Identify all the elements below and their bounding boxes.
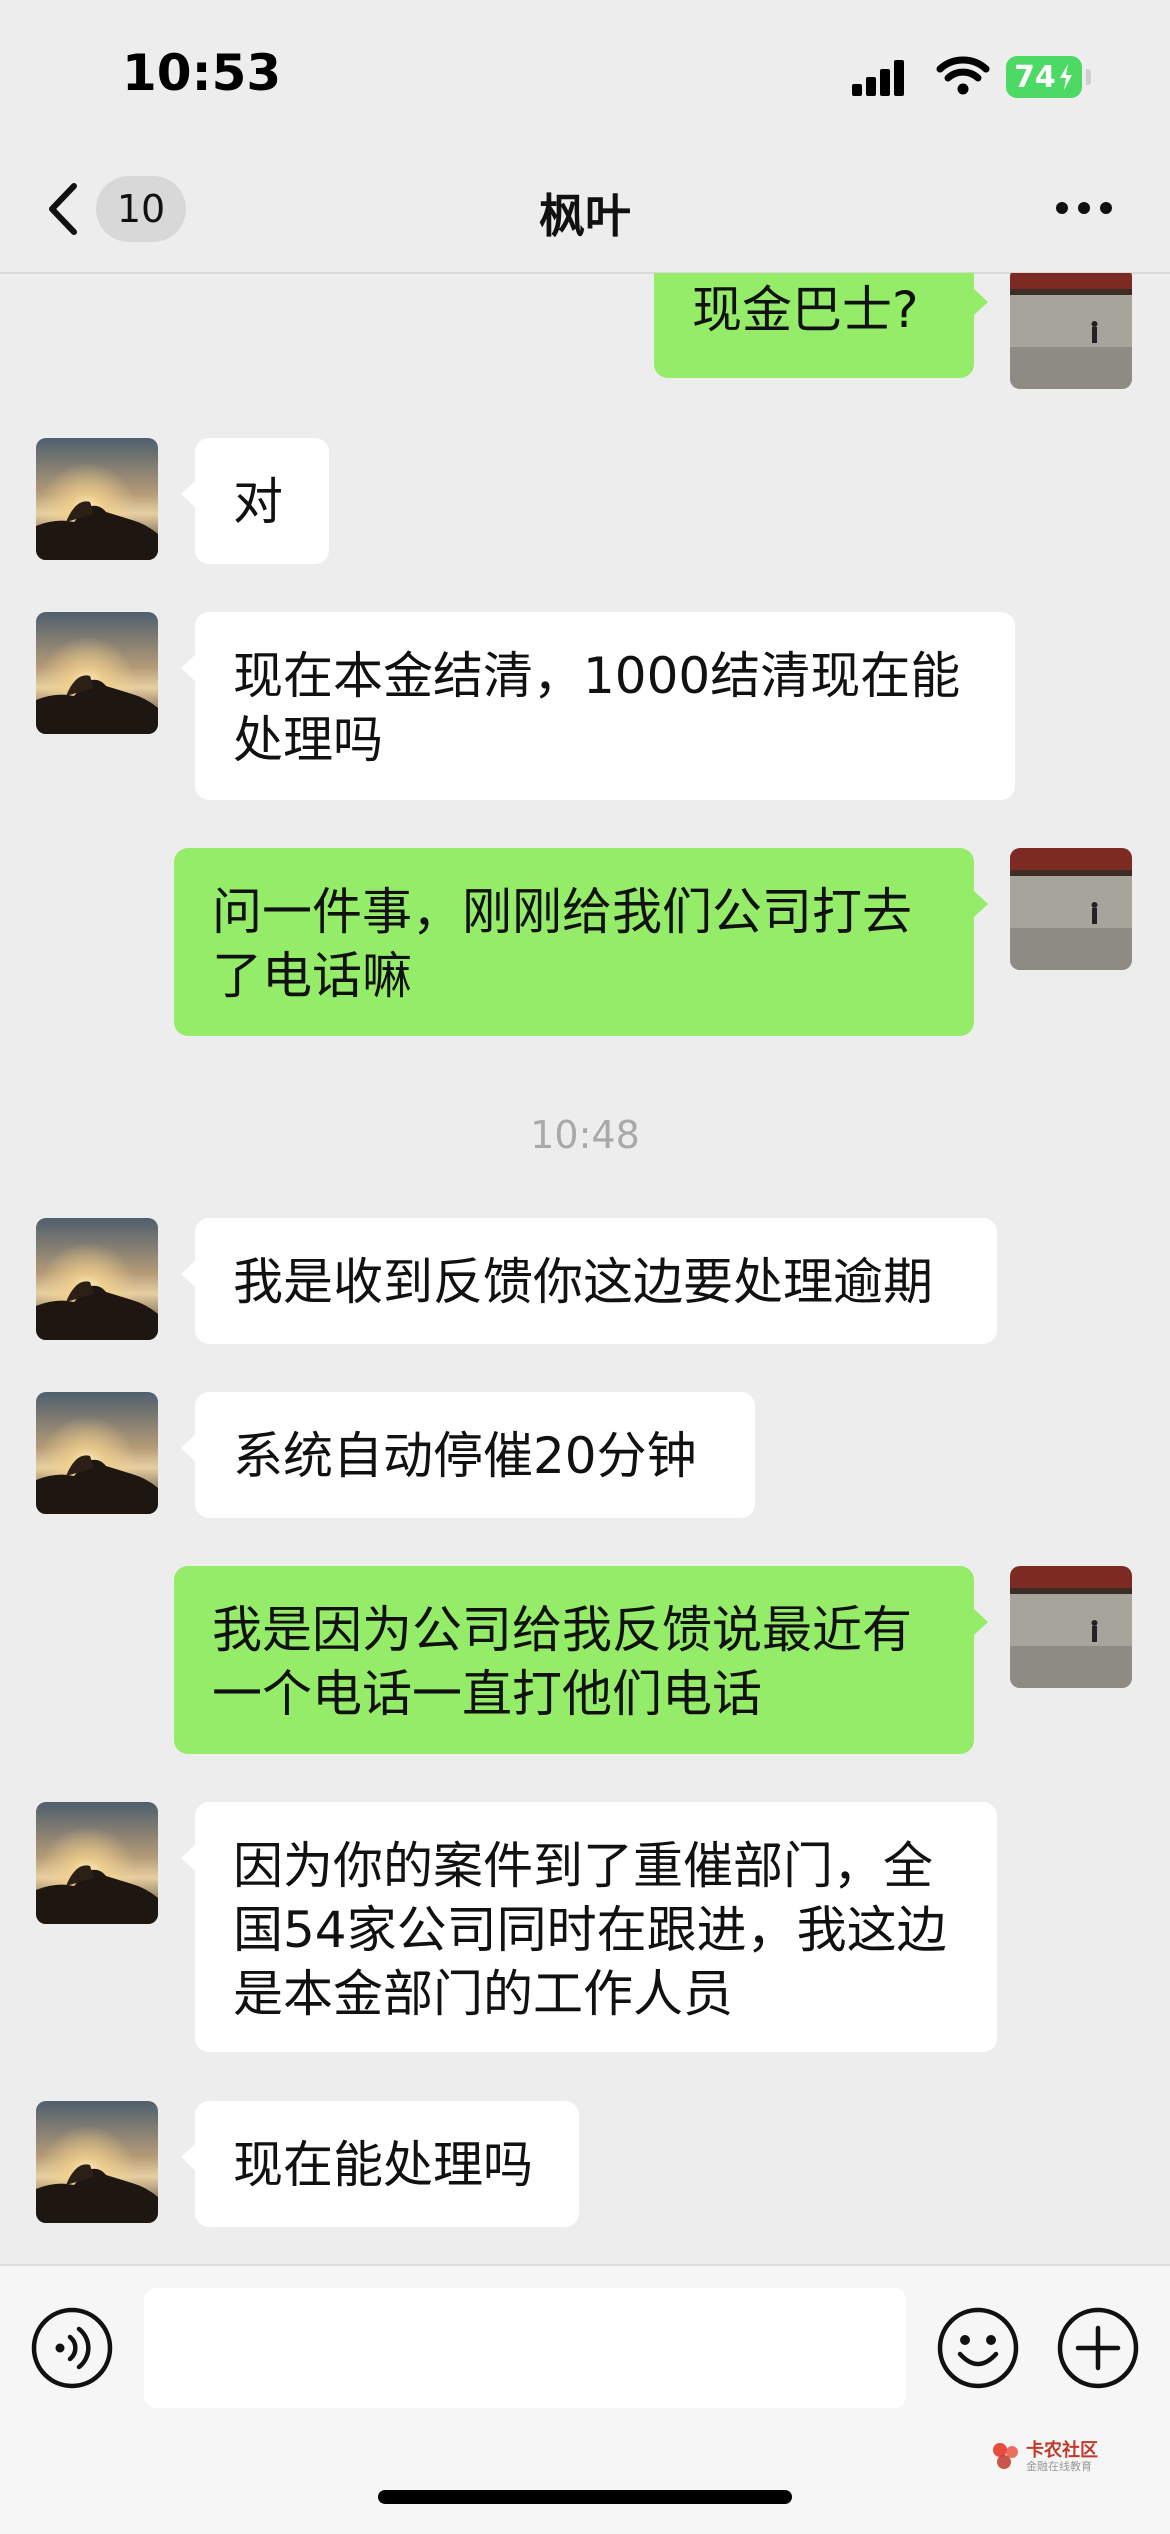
contact-avatar[interactable] <box>36 438 158 560</box>
status-bar: 10:53 74 <box>0 0 1170 150</box>
voice-button[interactable] <box>30 2306 114 2394</box>
message-bubble-incoming[interactable]: 系统自动停催20分钟 <box>181 1392 755 1518</box>
watermark-icon <box>993 2443 1018 2469</box>
battery-tip <box>1086 69 1091 85</box>
charging-icon <box>1059 64 1072 90</box>
message-text: 现金巴士? <box>692 281 919 339</box>
chat-header: 10 枫叶 <box>0 150 1170 274</box>
message-bubble-outgoing[interactable]: 现金巴士? <box>654 273 988 378</box>
message-bubble-outgoing[interactable]: 问一件事，刚刚给我们公司打去了电话嘛 <box>174 848 988 1036</box>
chat-title: 枫叶 <box>539 189 631 243</box>
battery-indicator: 74 <box>1006 56 1082 98</box>
message-bubble-incoming[interactable]: 对 <box>181 438 329 564</box>
chat-messages: 现金巴士? 对 现在本金结清，1000结清现在能处理吗 问一件事，刚刚给我们公司… <box>0 273 1170 2264</box>
watermark-logo: 卡农社区 金融在线教育 <box>990 2436 1140 2476</box>
message-text: 对 <box>233 473 283 531</box>
message-text: 现在本金结清，1000结清现在能处理吗 <box>233 647 961 769</box>
contact-avatar[interactable] <box>36 1802 158 1924</box>
message-timestamp: 10:48 <box>530 1113 640 1157</box>
more-button[interactable] <box>1054 200 1114 220</box>
message-text: 我是收到反馈你这边要处理逾期 <box>233 1253 933 1311</box>
battery-level: 74 <box>1014 59 1056 95</box>
message-text: 我是因为公司给我反馈说最近有一个电话一直打他们电话 <box>212 1601 912 1723</box>
contact-avatar[interactable] <box>36 1392 158 1514</box>
message-text: 因为你的案件到了重催部门，全国54家公司同时在跟进，我这边是本金部门的工作人员 <box>233 1837 947 2023</box>
my-avatar[interactable] <box>1010 848 1132 970</box>
message-text: 问一件事，刚刚给我们公司打去了电话嘛 <box>212 883 912 1005</box>
contact-avatar[interactable] <box>36 612 158 734</box>
message-text: 系统自动停催20分钟 <box>233 1427 697 1485</box>
more-icon <box>1056 202 1112 214</box>
emoji-icon <box>937 2307 1019 2389</box>
my-avatar[interactable] <box>1010 273 1132 389</box>
watermark-subtext: 金融在线教育 <box>1026 2460 1092 2473</box>
emoji-button[interactable] <box>936 2306 1020 2394</box>
signal-icon <box>852 60 914 100</box>
contact-avatar[interactable] <box>36 2101 158 2223</box>
home-indicator[interactable] <box>378 2490 792 2504</box>
message-bubble-incoming[interactable]: 我是收到反馈你这边要处理逾期 <box>181 1218 997 1344</box>
plus-icon <box>1057 2307 1139 2389</box>
message-text: 现在能处理吗 <box>233 2136 533 2194</box>
message-bubble-incoming[interactable]: 现在本金结清，1000结清现在能处理吗 <box>181 612 1015 800</box>
message-input[interactable] <box>144 2288 906 2408</box>
my-avatar[interactable] <box>1010 1566 1132 1688</box>
message-bubble-outgoing[interactable]: 我是因为公司给我反馈说最近有一个电话一直打他们电话 <box>174 1566 988 1754</box>
status-time: 10:53 <box>122 44 282 102</box>
wifi-icon <box>936 54 990 102</box>
plus-button[interactable] <box>1056 2306 1140 2394</box>
voice-icon <box>31 2307 113 2389</box>
message-bubble-incoming[interactable]: 现在能处理吗 <box>181 2101 579 2227</box>
message-bubble-incoming[interactable]: 因为你的案件到了重催部门，全国54家公司同时在跟进，我这边是本金部门的工作人员 <box>181 1802 997 2052</box>
contact-avatar[interactable] <box>36 1218 158 1340</box>
